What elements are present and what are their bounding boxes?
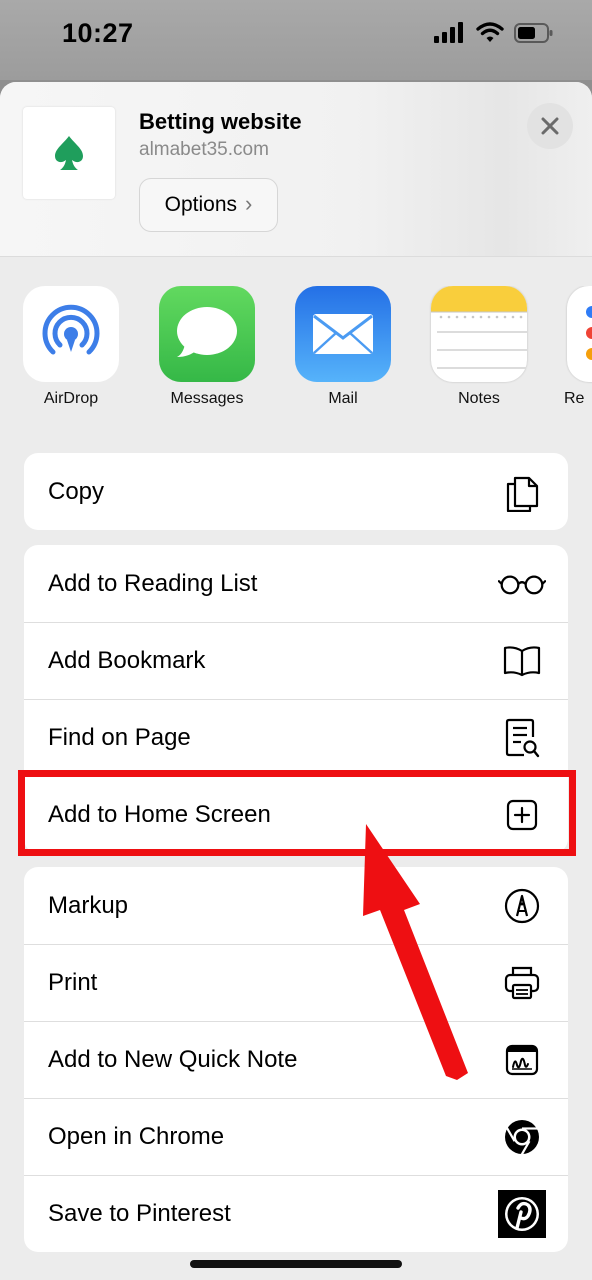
page-title: Betting website [139,109,302,134]
action-find-on-page[interactable]: Find on Page [24,699,568,776]
action-label: Add to Home Screen [48,801,271,828]
app-label-mail: Mail [328,390,358,407]
action-label: Add Bookmark [48,647,206,674]
app-label-messages: Messages [170,390,244,407]
mail-icon [295,286,391,382]
action-open-in-chrome[interactable]: Open in Chrome [24,1098,568,1175]
action-group-extensions: Markup Print Add to New Quick Note Open … [24,867,568,1252]
messages-icon [159,286,255,382]
status-icons [434,22,554,44]
action-label: Open in Chrome [48,1123,225,1150]
reminders-icon [567,286,592,382]
action-add-bookmark[interactable]: Add Bookmark [24,622,568,699]
action-markup[interactable]: Markup [24,867,568,944]
battery-icon [514,23,553,43]
action-group-copy: Copy [24,453,568,530]
action-add-to-home-screen[interactable]: Add to Home Screen [24,776,568,853]
spade-logo-icon [55,136,83,170]
chrome-icon [498,1113,546,1161]
app-label-reminders: Re [564,390,585,407]
status-time: 10:27 [62,18,134,48]
close-icon [541,117,559,135]
action-label: Markup [48,891,129,919]
pinterest-icon [498,1190,546,1238]
cellular-signal-icon [434,22,463,43]
app-reminders[interactable]: Re [560,286,592,408]
action-add-to-new-quick-note[interactable]: Add to New Quick Note [24,1021,568,1098]
app-label-airdrop: AirDrop [43,390,99,407]
share-header: Betting website almabet35.com Options › [0,82,592,257]
share-apps-row: AirDrop Messages Mail Notes Re [0,286,592,426]
app-label-notes: Notes [458,390,500,407]
app-airdrop[interactable]: AirDrop [16,286,126,408]
action-save-to-pinterest[interactable]: Save to Pinterest [24,1175,568,1252]
chevron-right-icon: › [245,191,253,216]
home-indicator [190,1260,402,1268]
page-url: almabet35.com [139,139,269,160]
action-label: Print [48,969,98,996]
book-icon [498,637,546,685]
notes-icon [431,286,527,382]
wifi-icon [476,22,504,42]
action-label: Find on Page [48,724,191,751]
app-messages[interactable]: Messages [152,286,262,408]
airdrop-icon [23,286,119,382]
close-button[interactable] [527,103,573,149]
action-add-to-reading-list[interactable]: Add to Reading List [24,545,568,622]
action-label: Save to Pinterest [48,1200,231,1227]
action-label: Add to New Quick Note [48,1046,298,1073]
options-label: Options [164,193,238,216]
find-document-icon [498,714,546,762]
app-mail[interactable]: Mail [288,286,398,408]
share-sheet: Betting website almabet35.com Options › [0,82,592,1280]
options-button[interactable]: Options › [139,178,278,232]
site-thumbnail [23,107,115,199]
plus-square-icon [498,791,546,839]
glasses-icon [498,560,546,608]
status-bar: 10:27 [0,0,592,80]
quick-note-icon [498,1036,546,1084]
app-notes[interactable]: Notes [424,286,534,408]
copy-icon [498,468,546,516]
action-print[interactable]: Print [24,944,568,1021]
action-label: Copy [48,477,105,505]
markup-pen-icon [498,882,546,930]
printer-icon [498,959,546,1007]
action-label: Add to Reading List [48,569,258,597]
action-copy[interactable]: Copy [24,453,568,530]
action-group-browser: Add to Reading List Add Bookmark Find on… [24,545,568,853]
